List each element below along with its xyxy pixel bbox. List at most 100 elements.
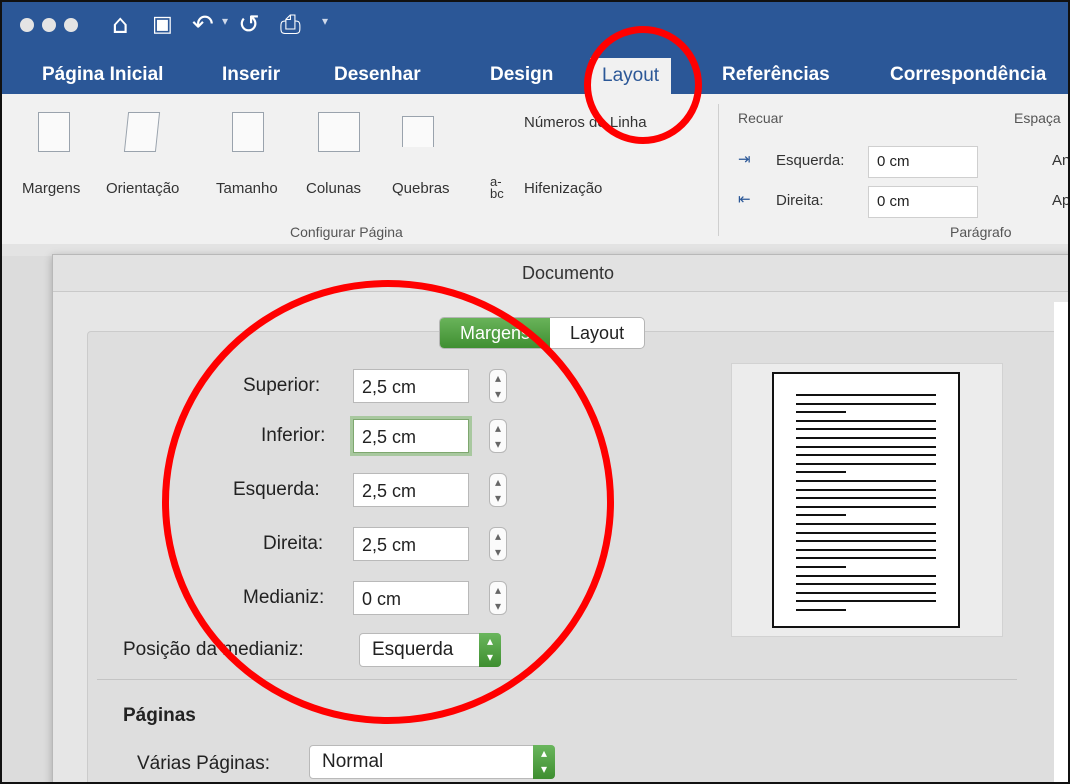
- gutter-label: Medianiz:: [243, 587, 325, 608]
- save-icon[interactable]: ▣: [152, 10, 173, 40]
- size-icon[interactable]: [232, 112, 264, 152]
- page-setup-group-label: Configurar Página: [290, 224, 403, 240]
- segment-layout[interactable]: Layout: [550, 318, 644, 348]
- spacing-before-label: An: [1052, 152, 1070, 169]
- indent-left-input[interactable]: 0 cm: [868, 146, 978, 178]
- undo-menu-chevron-icon[interactable]: ▾: [222, 14, 228, 28]
- preview-text-line: [796, 540, 936, 543]
- hyphenation-icon: a- bc: [490, 174, 504, 201]
- chevron-updown-icon: ▴ ▾: [479, 633, 501, 667]
- preview-text-line: [796, 609, 846, 611]
- left-margin-input[interactable]: 2,5 cm: [353, 473, 469, 507]
- document-edge: [1054, 302, 1068, 782]
- dialog-segmented-control: Margens Layout: [439, 317, 646, 349]
- spacing-title: Espaça: [1014, 110, 1061, 126]
- paragraph-group-label: Parágrafo: [950, 224, 1012, 240]
- preview-text-line: [796, 557, 936, 560]
- indent-right-input[interactable]: 0 cm: [868, 186, 978, 218]
- top-margin-stepper[interactable]: ▴ ▾: [489, 369, 507, 403]
- tab-draw[interactable]: Desenhar: [334, 64, 421, 86]
- top-margin-label: Superior:: [243, 375, 321, 396]
- pages-heading: Páginas: [123, 705, 196, 726]
- tab-home[interactable]: Página Inicial: [42, 64, 163, 86]
- orientation-button[interactable]: Orientação: [106, 180, 179, 197]
- preview-text-line: [796, 462, 936, 465]
- bottom-margin-input[interactable]: 2,5 cm: [353, 419, 469, 453]
- hyphenation-button[interactable]: Hifenização: [524, 180, 602, 197]
- preview-text-line: [796, 591, 936, 594]
- columns-icon[interactable]: [318, 112, 360, 152]
- home-icon[interactable]: ⌂: [112, 10, 129, 40]
- gutter-input[interactable]: 0 cm: [353, 581, 469, 615]
- preview-page: [772, 372, 960, 628]
- preview-text-line: [796, 419, 936, 422]
- tab-design[interactable]: Design: [490, 64, 553, 86]
- multiple-pages-select[interactable]: Normal ▴ ▾: [309, 745, 555, 779]
- preview-text-line: [796, 548, 936, 551]
- right-margin-stepper[interactable]: ▴ ▾: [489, 527, 507, 561]
- screenshot-frame: ⌂ ▣ ↶ ▾ ↺ ⎙ ▾ Página Inicial Inserir Des…: [0, 0, 1070, 784]
- ribbon-divider: [718, 104, 719, 236]
- margins-button[interactable]: Margens: [22, 180, 80, 197]
- preview-text-line: [796, 505, 936, 508]
- right-margin-input[interactable]: 2,5 cm: [353, 527, 469, 561]
- columns-button[interactable]: Colunas: [306, 180, 361, 197]
- preview-text-line: [796, 583, 936, 586]
- bottom-margin-stepper[interactable]: ▴ ▾: [489, 419, 507, 453]
- zoom-window-button[interactable]: [64, 18, 78, 32]
- minimize-window-button[interactable]: [42, 18, 56, 32]
- orientation-icon[interactable]: [123, 112, 161, 152]
- preview-text-line: [796, 600, 936, 603]
- close-window-button[interactable]: [20, 18, 34, 32]
- preview-text-line: [796, 497, 936, 500]
- top-margin-input[interactable]: 2,5 cm: [353, 369, 469, 403]
- customize-toolbar-icon[interactable]: ▾: [322, 14, 328, 28]
- gutter-position-value: Esquerda: [372, 639, 454, 660]
- gutter-position-select[interactable]: Esquerda ▴ ▾: [359, 633, 501, 667]
- segment-margins[interactable]: Margens: [440, 318, 551, 348]
- preview-text-line: [796, 428, 936, 431]
- preview-text-line: [796, 531, 936, 534]
- dialog-title: Documento: [53, 255, 1068, 292]
- preview-text-line: [796, 523, 936, 525]
- document-dialog: Documento Margens Layout Superior: 2,5 c…: [52, 254, 1068, 782]
- print-icon[interactable]: ⎙: [280, 10, 301, 40]
- right-margin-label: Direita:: [263, 533, 324, 554]
- margin-preview: [731, 363, 1003, 637]
- indent-left-icon: ⇥: [738, 151, 751, 168]
- preview-text-line: [796, 437, 936, 439]
- left-margin-label: Esquerda:: [233, 479, 320, 500]
- left-margin-stepper[interactable]: ▴ ▾: [489, 473, 507, 507]
- indent-right-label: Direita:: [776, 192, 824, 209]
- margins-icon[interactable]: [38, 112, 70, 152]
- multiple-pages-label: Várias Páginas:: [137, 753, 271, 774]
- ribbon-panel: Margens Orientação Tamanho Colunas Quebr…: [2, 94, 1068, 245]
- indent-title: Recuar: [738, 110, 784, 126]
- redo-icon[interactable]: ↺: [238, 10, 260, 40]
- undo-icon[interactable]: ↶: [192, 10, 214, 40]
- preview-text-line: [796, 488, 936, 491]
- preview-text-line: [796, 411, 846, 414]
- tab-layout[interactable]: Layout: [590, 58, 672, 94]
- chevron-updown-icon: ▴ ▾: [533, 745, 555, 779]
- preview-text-line: [796, 454, 936, 457]
- title-bar: ⌂ ▣ ↶ ▾ ↺ ⎙ ▾: [2, 2, 1068, 54]
- size-button[interactable]: Tamanho: [216, 180, 278, 197]
- spacing-after-label: Ap: [1052, 192, 1070, 209]
- preview-text-line: [796, 471, 846, 474]
- section-divider: [97, 679, 1017, 680]
- breaks-button[interactable]: Quebras: [392, 180, 450, 197]
- tab-references[interactable]: Referências: [722, 64, 830, 86]
- gutter-stepper[interactable]: ▴ ▾: [489, 581, 507, 615]
- breaks-icon[interactable]: [402, 116, 434, 147]
- preview-text-line: [796, 514, 846, 517]
- ribbon-tab-bar: Página Inicial Inserir Desenhar Design L…: [2, 54, 1068, 94]
- preview-text-line: [796, 402, 936, 405]
- tab-mailings[interactable]: Correspondência: [890, 64, 1046, 86]
- tab-insert[interactable]: Inserir: [222, 64, 280, 86]
- bottom-margin-label: Inferior:: [261, 425, 326, 446]
- indent-left-label: Esquerda:: [776, 152, 845, 169]
- line-numbers-button[interactable]: Números de Linha: [524, 114, 647, 131]
- multiple-pages-value: Normal: [322, 751, 384, 772]
- preview-text-line: [796, 394, 936, 396]
